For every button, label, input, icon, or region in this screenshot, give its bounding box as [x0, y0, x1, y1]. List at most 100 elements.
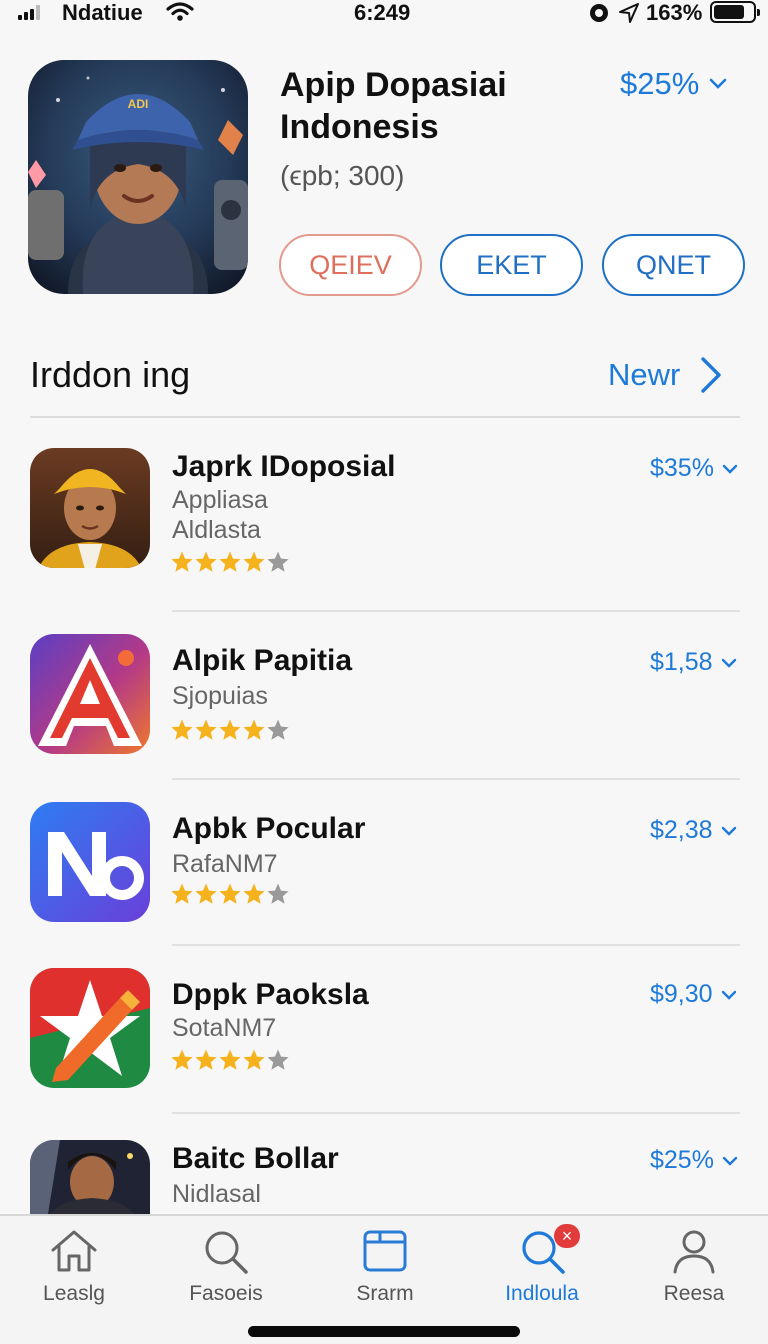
notification-badge: ×: [554, 1224, 580, 1248]
app-price: $35%: [650, 454, 714, 482]
tab-home[interactable]: Leaslg: [4, 1228, 144, 1318]
tab-search[interactable]: Fasoeis: [156, 1228, 296, 1318]
search-icon: [205, 1231, 248, 1274]
star-empty-icon: [267, 551, 289, 572]
app-price: $9,30: [650, 980, 713, 1008]
chevron-down-icon: [721, 990, 736, 1000]
letter-no-icon: [30, 802, 150, 922]
row-divider: [172, 610, 740, 612]
star-filled-icon: [219, 719, 241, 740]
portrait-man-icon: [30, 1140, 150, 1214]
tab-profile[interactable]: Reesa: [624, 1228, 764, 1318]
wifi-icon: [166, 2, 194, 21]
app-price-button[interactable]: $2,38: [650, 816, 737, 845]
star-empty-icon: [267, 883, 289, 904]
tab-bar: Leaslg Fasoeis Srarm × Indloula Reesa: [0, 1214, 768, 1344]
rating-stars: [170, 718, 290, 742]
tab-discover[interactable]: × Indloula: [472, 1224, 612, 1318]
rating-stars: [170, 550, 290, 574]
rating-stars: [170, 882, 290, 906]
app-price: $2,38: [650, 816, 713, 844]
portrait-yellow-cap-icon: [30, 448, 150, 568]
tab-apps[interactable]: Srarm: [315, 1228, 455, 1318]
focus-mode-icon: [590, 4, 608, 22]
app-price-button[interactable]: $9,30: [650, 980, 737, 1009]
star-empty-icon: [267, 1049, 289, 1070]
app-name: Apbk Pocular: [172, 812, 366, 845]
featured-app-title[interactable]: Apip Dopasiai Indonesis: [280, 64, 600, 148]
battery-percent: 163%: [646, 0, 703, 25]
chevron-down-icon: [709, 78, 727, 89]
app-price-button[interactable]: $35%: [650, 454, 738, 483]
star-pen-icon: [30, 968, 150, 1088]
star-filled-icon: [219, 883, 241, 904]
star-filled-icon: [243, 551, 265, 572]
tab-label: Leaslg: [43, 1282, 105, 1305]
rating-stars: [170, 1048, 290, 1072]
section-title: Irddon ing: [30, 354, 191, 395]
person-icon: [673, 1230, 715, 1274]
star-filled-icon: [171, 883, 193, 904]
star-filled-icon: [243, 883, 265, 904]
review-button[interactable]: QEIEV: [279, 234, 422, 296]
featured-app-icon[interactable]: ADI: [28, 60, 248, 294]
app-price-button[interactable]: $1,58: [650, 648, 737, 677]
star-filled-icon: [171, 551, 193, 572]
app-price: $25%: [650, 1146, 714, 1174]
app-name: Baitc Bollar: [172, 1142, 339, 1175]
featured-app-price: $25%: [620, 66, 700, 101]
star-filled-icon: [243, 1049, 265, 1070]
app-developer: Sjopuias: [172, 682, 268, 710]
get-button[interactable]: EKET: [440, 234, 583, 296]
app-developer: SotaNM7: [172, 1014, 277, 1042]
app-price: $1,58: [650, 648, 713, 676]
star-filled-icon: [171, 719, 193, 740]
star-filled-icon: [195, 883, 217, 904]
star-filled-icon: [195, 719, 217, 740]
app-price-button[interactable]: $25%: [650, 1146, 738, 1175]
chevron-down-icon: [721, 826, 736, 836]
see-all-label: Newr: [608, 357, 681, 392]
star-empty-icon: [267, 719, 289, 740]
row-divider: [172, 944, 740, 946]
tab-label: Reesa: [663, 1282, 725, 1305]
svg-text:ADI: ADI: [128, 97, 149, 111]
status-bar: Ndatiue 6:249 163%: [0, 0, 768, 26]
featured-app-subtitle: (ϵpb; 300): [280, 160, 405, 191]
app-name: Japrk IDoposial: [172, 450, 396, 483]
apps-icon: [363, 1230, 407, 1272]
star-filled-icon: [171, 1049, 193, 1070]
app-category: Aldlasta: [172, 516, 261, 544]
status-time: 6:249: [354, 0, 411, 25]
app-developer: RafaNM7: [172, 850, 278, 878]
tab-label: Srarm: [356, 1282, 414, 1305]
featured-app-price-button[interactable]: $25%: [620, 66, 727, 102]
signal-icon: [18, 4, 40, 20]
app-name: Dppk Paoksla: [172, 978, 369, 1011]
featured-app-title-line2: Indonesis: [280, 108, 439, 146]
section-divider: [30, 416, 740, 418]
star-filled-icon: [195, 551, 217, 572]
tab-label: Fasoeis: [189, 1282, 263, 1305]
app-developer: Nidlasal: [172, 1180, 261, 1208]
row-divider: [172, 1112, 740, 1114]
star-filled-icon: [219, 1049, 241, 1070]
see-all-link[interactable]: Newr: [608, 356, 722, 394]
chevron-right-icon: [701, 357, 722, 393]
app-developer: Appliasa: [172, 486, 268, 514]
chevron-down-icon: [722, 464, 738, 474]
home-icon: [51, 1230, 97, 1272]
tab-label: Indloula: [505, 1282, 579, 1305]
star-filled-icon: [243, 719, 265, 740]
battery-icon: [710, 1, 760, 23]
app-name: Alpik Papitia: [172, 644, 353, 677]
star-filled-icon: [219, 551, 241, 572]
open-button[interactable]: QNET: [602, 234, 745, 296]
chevron-down-icon: [722, 1156, 738, 1166]
home-indicator[interactable]: [248, 1326, 520, 1337]
chevron-down-icon: [721, 658, 736, 668]
carrier-name: Ndatiue: [62, 0, 143, 25]
letter-a-icon: [30, 634, 150, 754]
row-divider: [172, 778, 740, 780]
star-filled-icon: [195, 1049, 217, 1070]
